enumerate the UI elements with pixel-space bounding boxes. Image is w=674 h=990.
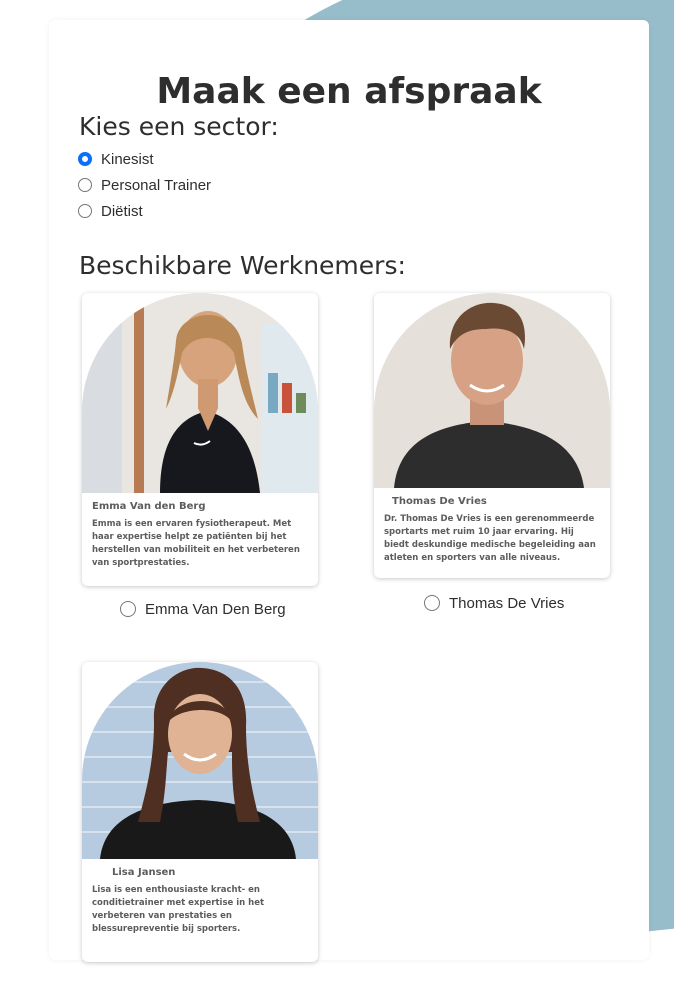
employee-photo bbox=[82, 293, 318, 493]
sector-heading: Kies een sector: bbox=[79, 112, 279, 141]
appointment-card: Maak een afspraak Kies een sector: Kines… bbox=[49, 20, 649, 962]
employee-radio-emma[interactable]: Emma Van Den Berg bbox=[120, 599, 286, 619]
employee-photo bbox=[374, 293, 610, 488]
sector-option-kinesist[interactable]: Kinesist bbox=[78, 149, 154, 169]
sector-option-label: Personal Trainer bbox=[101, 176, 212, 194]
sector-option-personal-trainer[interactable]: Personal Trainer bbox=[78, 175, 211, 195]
employees-heading: Beschikbare Werknemers: bbox=[79, 251, 406, 280]
employee-radio-thomas[interactable]: Thomas De Vries bbox=[424, 593, 564, 613]
employee-radio-label: Emma Van Den Berg bbox=[145, 600, 286, 618]
employee-card-name: Lisa Jansen bbox=[112, 867, 176, 878]
radio-selected-icon[interactable] bbox=[78, 152, 92, 166]
sector-option-label: Diëtist bbox=[101, 202, 143, 220]
employee-photo-image bbox=[374, 293, 610, 488]
sector-option-label: Kinesist bbox=[101, 150, 154, 168]
radio-icon[interactable] bbox=[120, 601, 136, 617]
employee-card-description: Dr. Thomas De Vries is een gerenommeerde… bbox=[384, 514, 596, 563]
radio-icon[interactable] bbox=[424, 595, 440, 611]
employee-card-lisa: Lisa Jansen Lisa is een enthousiaste kra… bbox=[82, 662, 318, 962]
employee-photo bbox=[82, 662, 318, 859]
employee-card-description: Emma is een ervaren fysiotherapeut. Met … bbox=[92, 519, 300, 568]
radio-icon[interactable] bbox=[78, 204, 92, 218]
employee-photo-image bbox=[82, 293, 318, 493]
employee-photo-image bbox=[82, 662, 318, 859]
employee-card-emma: Emma Van den Berg Emma is een ervaren fy… bbox=[82, 293, 318, 586]
page-title: Maak een afspraak bbox=[156, 71, 542, 112]
employee-card-name: Emma Van den Berg bbox=[92, 501, 206, 512]
employee-card-description: Lisa is een enthousiaste kracht- en cond… bbox=[92, 885, 265, 934]
sector-option-dietist[interactable]: Diëtist bbox=[78, 201, 143, 221]
radio-icon[interactable] bbox=[78, 178, 92, 192]
employee-radio-label: Thomas De Vries bbox=[449, 594, 565, 612]
employee-card-thomas: Thomas De Vries Dr. Thomas De Vries is e… bbox=[374, 293, 610, 578]
employee-card-name: Thomas De Vries bbox=[392, 496, 487, 507]
